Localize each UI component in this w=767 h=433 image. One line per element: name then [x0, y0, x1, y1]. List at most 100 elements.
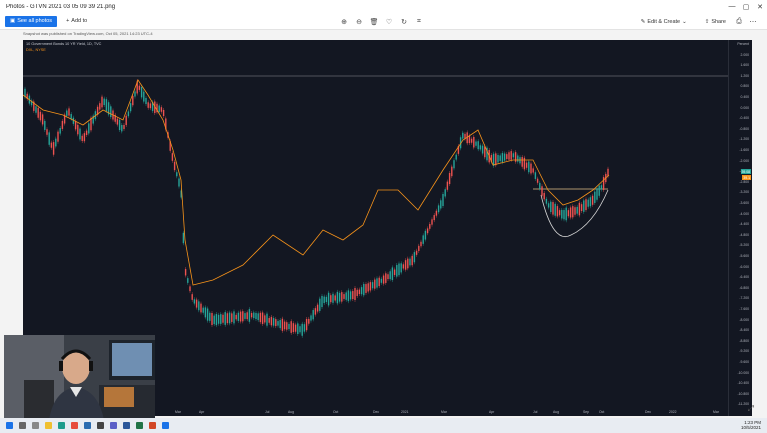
- candle-body: [330, 295, 332, 303]
- candle-body: [189, 286, 191, 292]
- y-tick-label: 1.600: [740, 63, 750, 68]
- more-icon[interactable]: ⋯: [749, 18, 757, 26]
- candle-body: [497, 155, 499, 163]
- candle-body: [299, 326, 301, 333]
- candle-body: [61, 120, 64, 129]
- candle-body: [228, 312, 231, 324]
- candle-body: [140, 87, 143, 98]
- add-to-button[interactable]: + Add to: [63, 16, 90, 27]
- mail-icon[interactable]: [84, 422, 91, 429]
- y-tick-label: -0.800: [739, 126, 749, 131]
- teams-icon[interactable]: [110, 422, 117, 429]
- candle-body: [536, 178, 539, 183]
- candle-body: [209, 312, 211, 321]
- task-view-icon[interactable]: [32, 422, 39, 429]
- minimize-icon[interactable]: —: [725, 0, 739, 13]
- candle-body: [334, 295, 336, 301]
- price-tag-green: 39.08: [740, 169, 751, 174]
- see-all-photos-button[interactable]: ▣ See all photos: [5, 15, 58, 27]
- start-icon[interactable]: [6, 422, 13, 429]
- excel-icon[interactable]: [136, 422, 143, 429]
- candle-body: [316, 304, 319, 312]
- candle-body: [193, 299, 196, 304]
- y-tick-label: -5.600: [739, 254, 749, 258]
- candle-body: [589, 197, 592, 207]
- candle-body: [499, 155, 501, 161]
- y-tick-label: -6.400: [739, 275, 749, 280]
- edge-icon[interactable]: [58, 422, 65, 429]
- candle-body: [66, 110, 68, 116]
- y-tick-label: -9.200: [739, 349, 749, 354]
- y-tick-label: -9.600: [739, 360, 749, 364]
- candle-body: [138, 85, 141, 90]
- candle-body: [158, 105, 160, 112]
- candle-body: [552, 202, 554, 215]
- system-clock: 1:23 PM 10/5/2021: [741, 420, 761, 430]
- word-icon[interactable]: [123, 422, 130, 429]
- expand-icon[interactable]: ⤢: [748, 404, 754, 414]
- file-explorer-icon[interactable]: [45, 422, 52, 429]
- candle-body: [222, 314, 224, 323]
- x-tick-label: Oct: [599, 410, 605, 414]
- candle-body: [272, 318, 275, 326]
- y-tick-label: Percent: [737, 42, 749, 46]
- y-tick-label: -8.000: [739, 317, 749, 322]
- crop-icon[interactable]: ⌗: [415, 18, 423, 26]
- close-icon[interactable]: ✕: [753, 0, 767, 13]
- candle-body: [512, 153, 515, 158]
- edit-create-button[interactable]: ✎ Edit & Create ⌄: [638, 16, 690, 27]
- store-icon[interactable]: [97, 422, 104, 429]
- candle-body: [429, 224, 431, 229]
- candle-body: [332, 293, 334, 303]
- webcam-overlay: [4, 335, 155, 420]
- delete-icon[interactable]: 🗑: [370, 18, 379, 26]
- candle-body: [543, 192, 545, 200]
- candle-body: [323, 296, 325, 304]
- candle-body: [349, 291, 352, 300]
- candle-body: [160, 107, 163, 112]
- candle-body: [129, 103, 132, 112]
- candle-body: [39, 111, 42, 121]
- rotate-icon[interactable]: ↻: [400, 18, 408, 26]
- candle-body: [259, 312, 262, 323]
- candle-body: [565, 207, 567, 221]
- candle-body: [411, 255, 413, 266]
- candle-body: [477, 141, 479, 150]
- chrome-icon[interactable]: [71, 422, 78, 429]
- clock-date: 10/5/2021: [740, 425, 761, 430]
- zoom-out-icon[interactable]: ⊖: [355, 18, 363, 26]
- candle-body: [211, 313, 213, 325]
- x-tick-label: Sep: [583, 410, 590, 414]
- candle-body: [270, 316, 273, 326]
- y-tick-label: -7.200: [739, 296, 749, 301]
- favorite-icon[interactable]: ♡: [385, 18, 393, 26]
- y-axis: Percent 2.000 1.600 1.200 0.800 0.400 0.000 -0.…: [728, 40, 752, 416]
- candle-body: [303, 324, 306, 332]
- candle-body: [352, 291, 354, 300]
- candle-body: [517, 155, 519, 162]
- candle-body: [341, 292, 343, 302]
- candle-body: [81, 135, 83, 142]
- candle-body: [198, 301, 200, 311]
- candle-body: [398, 263, 400, 276]
- candle-body: [576, 206, 578, 214]
- x-tick-label: Oct: [333, 410, 339, 414]
- maximize-icon[interactable]: ▢: [739, 0, 753, 13]
- candle-body: [50, 142, 53, 148]
- candle-body: [41, 114, 44, 125]
- powerpoint-icon[interactable]: [149, 422, 156, 429]
- search-icon[interactable]: [19, 422, 26, 429]
- edit-create-label: Edit & Create: [647, 18, 681, 25]
- y-tick-label: -0.400: [739, 116, 749, 121]
- candle-body: [191, 294, 193, 300]
- candle-body: [455, 154, 457, 160]
- candle-body: [52, 142, 55, 155]
- candle-body: [68, 108, 70, 116]
- y-tick-label: -6.800: [739, 285, 749, 290]
- share-button[interactable]: ⇪ Share: [702, 16, 729, 27]
- candle-body: [600, 185, 603, 190]
- zoom-in-icon[interactable]: ⊕: [340, 18, 348, 26]
- photos-icon[interactable]: [162, 422, 169, 429]
- candle-body: [413, 252, 416, 263]
- print-icon[interactable]: ⎙: [735, 18, 743, 26]
